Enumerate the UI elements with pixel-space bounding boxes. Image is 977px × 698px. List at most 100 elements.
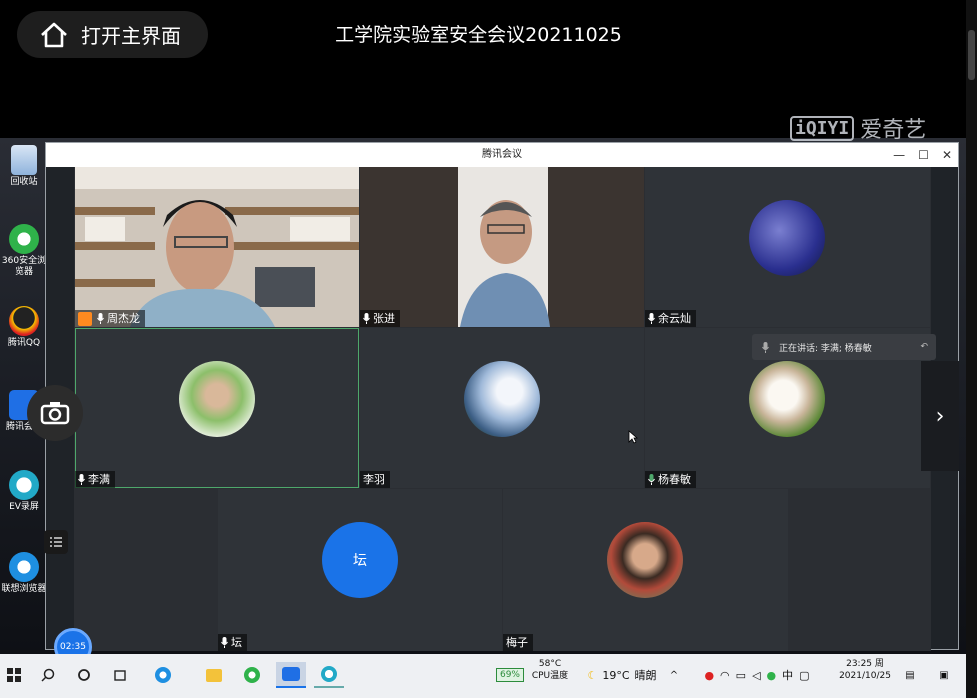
participant-name-bar: 李满: [75, 471, 115, 488]
taskbar: 69% 58°C CPU温度 ☾ 19°C 晴朗 ^ ● ◠ ▭ ◁ ● 中 ▢…: [0, 654, 966, 698]
screenshot-button[interactable]: [27, 385, 83, 441]
close-button[interactable]: ✕: [942, 143, 952, 167]
video-feed-zhangjin: [360, 167, 644, 327]
mic-icon: [648, 313, 655, 324]
maximize-button[interactable]: ☐: [918, 143, 929, 167]
participant-tile-yuyuncan[interactable]: 余云灿: [645, 167, 930, 327]
screen: 打开主界面 工学院实验室安全会议20211025 iQIYI 爱奇艺 回收站 3…: [0, 0, 977, 698]
video-title-text: 工学院实验室安全会议20211025: [335, 24, 622, 46]
display-icon[interactable]: ▭: [736, 669, 746, 682]
qq-tray-icon[interactable]: ●: [704, 669, 714, 682]
taskbar-file-explorer[interactable]: [202, 662, 226, 688]
clock-time: 23:25 周: [846, 659, 884, 669]
camera-icon: [40, 402, 70, 425]
participant-tile-tan[interactable]: 坛 坛: [218, 489, 502, 651]
taskbar-edge[interactable]: [148, 662, 178, 688]
participant-tile-liman[interactable]: 李满: [75, 328, 359, 488]
battery-widget[interactable]: 69%: [493, 662, 527, 688]
360-browser-icon: [9, 224, 39, 254]
weather-temp: 19°C: [602, 668, 630, 682]
notification-center-button[interactable]: ▣: [932, 662, 956, 688]
qq-icon: [9, 306, 39, 336]
notes-button[interactable]: ▤: [900, 662, 920, 688]
tencent-meeting-icon: [282, 667, 300, 681]
cpu-temp-label: CPU温度: [531, 671, 569, 681]
mic-icon: [78, 474, 85, 485]
wifi-icon[interactable]: ◠: [720, 669, 730, 682]
participant-name: 李羽: [363, 473, 385, 486]
desktop-icon-label: 回收站: [10, 177, 38, 187]
clock[interactable]: 23:25 周 2021/10/25: [832, 658, 898, 682]
cortana-button[interactable]: [74, 662, 94, 688]
cpu-temp-value: 58°C: [538, 659, 562, 669]
mic-icon: [363, 313, 370, 324]
video-title: 工学院实验室安全会议20211025: [0, 20, 957, 47]
360-browser-icon: [244, 667, 260, 683]
iqiyi-watermark: iQIYI 爱奇艺: [790, 112, 926, 144]
undo-icon[interactable]: ↶: [920, 342, 928, 352]
scrollbar-thumb[interactable]: [968, 30, 975, 80]
participant-initial: 坛: [353, 553, 367, 569]
start-button[interactable]: [4, 662, 24, 688]
minimize-button[interactable]: —: [893, 143, 905, 167]
taskbar-ev-recorder[interactable]: [314, 662, 344, 688]
participant-name-bar: 张进: [360, 310, 400, 327]
desktop-icon-label: EV录屏: [9, 502, 39, 512]
participant-avatar: [749, 361, 825, 437]
edge-icon: [155, 667, 171, 683]
360-tray-icon[interactable]: ●: [767, 669, 777, 682]
desktop-icon-qq[interactable]: 腾讯QQ: [0, 306, 48, 349]
desktop-icon-360-browser[interactable]: 360安全浏览器: [0, 224, 48, 278]
chevron-up-icon: ^: [669, 669, 679, 681]
folder-icon: [206, 668, 222, 682]
taskbar-tencent-meeting[interactable]: [276, 662, 306, 688]
participant-name: 坛: [231, 636, 242, 649]
participant-tile-meizi[interactable]: 梅子: [503, 489, 788, 651]
video-feed-zhoujielong: [75, 167, 359, 327]
ime-indicator[interactable]: 中: [782, 667, 793, 683]
participant-initial-avatar: 坛: [322, 522, 398, 598]
mouse-cursor-icon: [628, 430, 638, 444]
next-page-button[interactable]: ›: [921, 361, 959, 471]
recycle-bin-icon: [11, 145, 37, 175]
volume-icon[interactable]: ◁: [752, 669, 760, 682]
search-icon: [41, 668, 55, 682]
menu-list-button[interactable]: [44, 530, 68, 554]
chevron-right-icon: ›: [935, 403, 945, 429]
participant-name: 周杰龙: [107, 312, 140, 325]
meeting-window-title: 腾讯会议: [482, 149, 522, 160]
meeting-window-titlebar[interactable]: 腾讯会议 — ☐ ✕: [46, 143, 958, 167]
desktop-icon-lenovo-browser[interactable]: 联想浏览器: [0, 552, 48, 595]
keyboard-icon[interactable]: ▢: [799, 669, 809, 682]
clock-date: 2021/10/25: [839, 671, 891, 681]
system-tray: ● ◠ ▭ ◁ ● 中 ▢: [702, 662, 812, 688]
participant-name-bar: 梅子: [503, 634, 533, 651]
participant-name-bar: 坛: [218, 634, 247, 651]
participant-avatar: [179, 361, 255, 437]
participant-tile-zhoujielong[interactable]: 周杰龙: [75, 167, 359, 327]
participant-tile-zhangjin[interactable]: 张进: [360, 167, 644, 327]
cpu-temp-widget[interactable]: 58°C CPU温度: [530, 658, 570, 682]
participant-tile-liyu[interactable]: 李羽: [360, 328, 644, 488]
video-grid: 周杰龙 张进 余云灿 李满 李羽 杨春敏 坛 坛 梅子: [74, 167, 931, 651]
task-view-button[interactable]: [110, 662, 130, 688]
weather-widget[interactable]: ☾ 19°C 晴朗: [582, 662, 662, 688]
speaking-indicator: 正在讲话: 李满; 杨春敏 ↶: [752, 334, 936, 360]
iqiyi-logo: iQIYI: [790, 115, 855, 141]
participant-name-bar: 杨春敏: [645, 471, 696, 488]
notes-icon: ▤: [905, 669, 915, 681]
desktop-icon-label: 腾讯QQ: [7, 338, 41, 348]
show-hidden-icons-button[interactable]: ^: [666, 662, 682, 688]
desktop-icon-label: 360安全浏览器: [1, 256, 47, 277]
mic-icon: [762, 341, 769, 353]
player-scrollbar[interactable]: [966, 0, 977, 698]
participant-name: 李满: [88, 473, 110, 486]
battery-icon: 69%: [495, 668, 524, 682]
search-button[interactable]: [38, 662, 58, 688]
desktop-icon-recycle-bin[interactable]: 回收站: [0, 145, 48, 188]
speaking-indicator-text: 正在讲话: 李满; 杨春敏: [779, 343, 872, 354]
participant-name: 杨春敏: [658, 473, 691, 486]
taskbar-360-browser[interactable]: [240, 662, 264, 688]
mic-icon: [221, 637, 228, 648]
desktop-icon-ev-recorder[interactable]: EV录屏: [0, 470, 48, 513]
